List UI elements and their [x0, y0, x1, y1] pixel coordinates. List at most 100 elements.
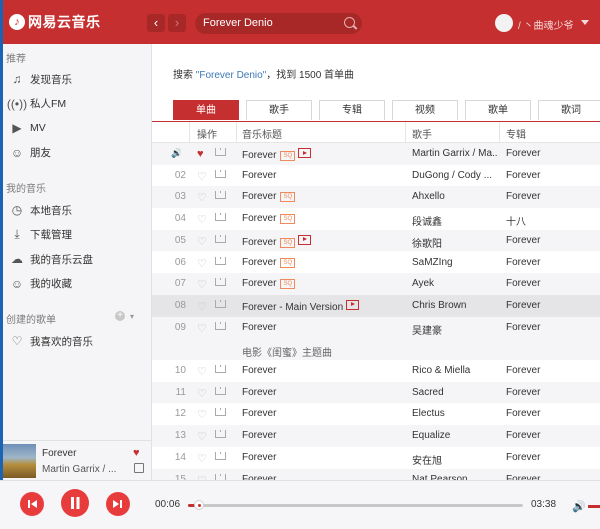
table-row[interactable]: 13 ♡ Forever Equalize Forever	[152, 425, 600, 447]
sidebar-item-rec-0[interactable]: ♫ 发现音乐	[3, 67, 151, 91]
download-icon[interactable]	[215, 321, 226, 330]
heart-icon[interactable]: ♡	[197, 387, 207, 400]
download-icon[interactable]	[215, 148, 226, 156]
mv-icon[interactable]	[298, 148, 312, 158]
song-artist[interactable]: Sacred	[412, 387, 497, 398]
tab-4[interactable]: 歌单	[465, 100, 531, 120]
heart-icon[interactable]: ♡	[197, 278, 207, 291]
sidebar-item-my-2[interactable]: ☁ 我的音乐云盘	[3, 247, 151, 271]
sidebar-item-my-3[interactable]: ☺ 我的收藏	[3, 272, 151, 296]
table-row[interactable]: 09 ♡ Forever 吴建豪 Forever 电影《闺蜜》主题曲	[152, 316, 600, 360]
song-artist[interactable]: Equalize	[412, 430, 497, 441]
heart-icon[interactable]: ♡	[197, 213, 207, 226]
heart-icon[interactable]: ♡	[197, 430, 207, 443]
song-album[interactable]: Forever	[506, 452, 586, 463]
table-row[interactable]: 15♡ForeverNat PearsonForever	[152, 468, 600, 480]
song-album[interactable]: Forever	[506, 430, 586, 441]
album-cover[interactable]	[3, 444, 36, 478]
prev-button[interactable]	[20, 492, 44, 516]
song-album[interactable]: Forever	[506, 170, 586, 181]
song-artist[interactable]: 段诚鑫	[412, 213, 497, 228]
share-icon[interactable]	[134, 463, 144, 473]
table-row[interactable]: 14 ♡ Forever 安在旭 Forever	[152, 447, 600, 469]
heart-icon[interactable]: ♡	[197, 170, 207, 183]
sidebar-item-rec-2[interactable]: ▶ MV	[3, 116, 151, 140]
download-icon[interactable]	[215, 191, 226, 200]
song-album[interactable]: Forever	[506, 235, 586, 246]
download-icon[interactable]	[215, 278, 226, 287]
download-icon[interactable]	[215, 234, 226, 243]
table-row[interactable]: 07 ♡ Forever SQ Ayek Forever	[152, 273, 600, 295]
search-input[interactable]	[203, 13, 338, 34]
table-row[interactable]: 06 ♡ Forever SQ SaMZIng Forever	[152, 252, 600, 274]
song-artist[interactable]: 安在旭	[412, 452, 497, 467]
download-icon[interactable]	[215, 169, 226, 178]
song-artist[interactable]: 吴建豪	[412, 322, 497, 337]
tab-1[interactable]: 歌手	[246, 100, 312, 120]
forward-button[interactable]: ›	[168, 14, 186, 32]
download-icon[interactable]	[215, 430, 226, 439]
download-icon[interactable]	[215, 213, 226, 222]
download-icon[interactable]	[215, 386, 226, 395]
chevron-down-icon[interactable]	[581, 20, 589, 25]
heart-icon[interactable]: ♥	[133, 447, 140, 459]
mv-icon[interactable]	[346, 299, 360, 310]
table-row[interactable]: 02 ♡ Forever DuGong / Cody ... Forever	[152, 165, 600, 187]
now-playing-card[interactable]: Forever Martin Garrix / ... ♥	[3, 440, 152, 481]
song-artist[interactable]: Ayek	[412, 278, 497, 289]
sidebar-item-my-0[interactable]: ◷ 本地音乐	[3, 198, 151, 222]
heart-icon[interactable]: ♡	[197, 322, 207, 335]
search-icon[interactable]	[344, 17, 355, 28]
song-album[interactable]: Forever	[506, 257, 586, 268]
table-row[interactable]: 12 ♡ Forever Electus Forever	[152, 403, 600, 425]
table-row[interactable]: 04 ♡ Forever SQ 段诚鑫 十八	[152, 208, 600, 230]
col-album[interactable]: 专辑	[506, 126, 526, 141]
download-icon[interactable]	[215, 256, 226, 265]
table-row[interactable]: 10 ♡ Forever Rico & Miella Forever	[152, 360, 600, 382]
progress-bar[interactable]	[188, 500, 523, 510]
download-icon[interactable]	[215, 299, 226, 308]
heart-icon[interactable]: ♡	[197, 452, 207, 465]
song-album[interactable]: Forever	[506, 278, 586, 289]
song-artist[interactable]: SaMZIng	[412, 257, 497, 268]
song-album[interactable]: Forever	[506, 148, 586, 159]
table-row[interactable]: 08 ♡ Forever - Main Version Chris Brown Fore…	[152, 294, 600, 317]
pause-button[interactable]	[61, 489, 89, 517]
tab-3[interactable]: 视频	[392, 100, 458, 120]
collapse-icon[interactable]: ▾	[130, 312, 134, 321]
col-artist[interactable]: 歌手	[412, 126, 432, 141]
heart-icon[interactable]: ♡	[197, 365, 207, 378]
back-button[interactable]: ‹	[147, 14, 165, 32]
table-row[interactable]: 🔊 ♥ Forever SQ Martin Garrix / Ma... Forever	[152, 143, 600, 165]
song-artist[interactable]: Electus	[412, 408, 497, 419]
avatar[interactable]	[495, 14, 513, 32]
download-icon[interactable]	[215, 408, 226, 417]
song-album[interactable]: Forever	[506, 365, 586, 376]
sidebar-item-rec-3[interactable]: ☺ 朋友	[3, 141, 151, 165]
volume-icon[interactable]: 🔊	[572, 500, 586, 513]
song-artist[interactable]: DuGong / Cody ...	[412, 170, 497, 181]
heart-icon[interactable]: ♡	[197, 191, 207, 204]
song-artist[interactable]: 徐歌阳	[412, 235, 497, 250]
song-album[interactable]: Forever	[506, 191, 586, 202]
sidebar-item-my-1[interactable]: ⤓ 下载管理	[3, 223, 151, 247]
heart-icon[interactable]: ♡	[197, 235, 207, 248]
heart-icon[interactable]: ♡	[197, 257, 207, 270]
download-icon[interactable]	[215, 451, 226, 460]
heart-icon[interactable]: ♡	[197, 408, 207, 421]
progress-handle[interactable]	[194, 500, 205, 510]
search-box[interactable]	[195, 13, 362, 34]
mv-icon[interactable]	[298, 234, 312, 245]
heart-icon[interactable]: ♥	[197, 148, 204, 160]
volume-slider[interactable]	[588, 505, 600, 508]
col-title[interactable]: 音乐标题	[242, 126, 282, 141]
sidebar-item-pl-0[interactable]: ♡ 我喜欢的音乐	[3, 329, 151, 353]
song-album[interactable]: Forever	[506, 300, 586, 311]
song-artist[interactable]: Chris Brown	[412, 300, 497, 311]
add-playlist-button[interactable]: +	[115, 311, 125, 321]
song-artist[interactable]: Rico & Miella	[412, 365, 497, 376]
song-artist[interactable]: Ahxello	[412, 191, 497, 202]
song-album[interactable]: 十八	[506, 213, 586, 228]
song-album[interactable]: Forever	[506, 322, 586, 333]
download-icon[interactable]	[215, 365, 226, 373]
